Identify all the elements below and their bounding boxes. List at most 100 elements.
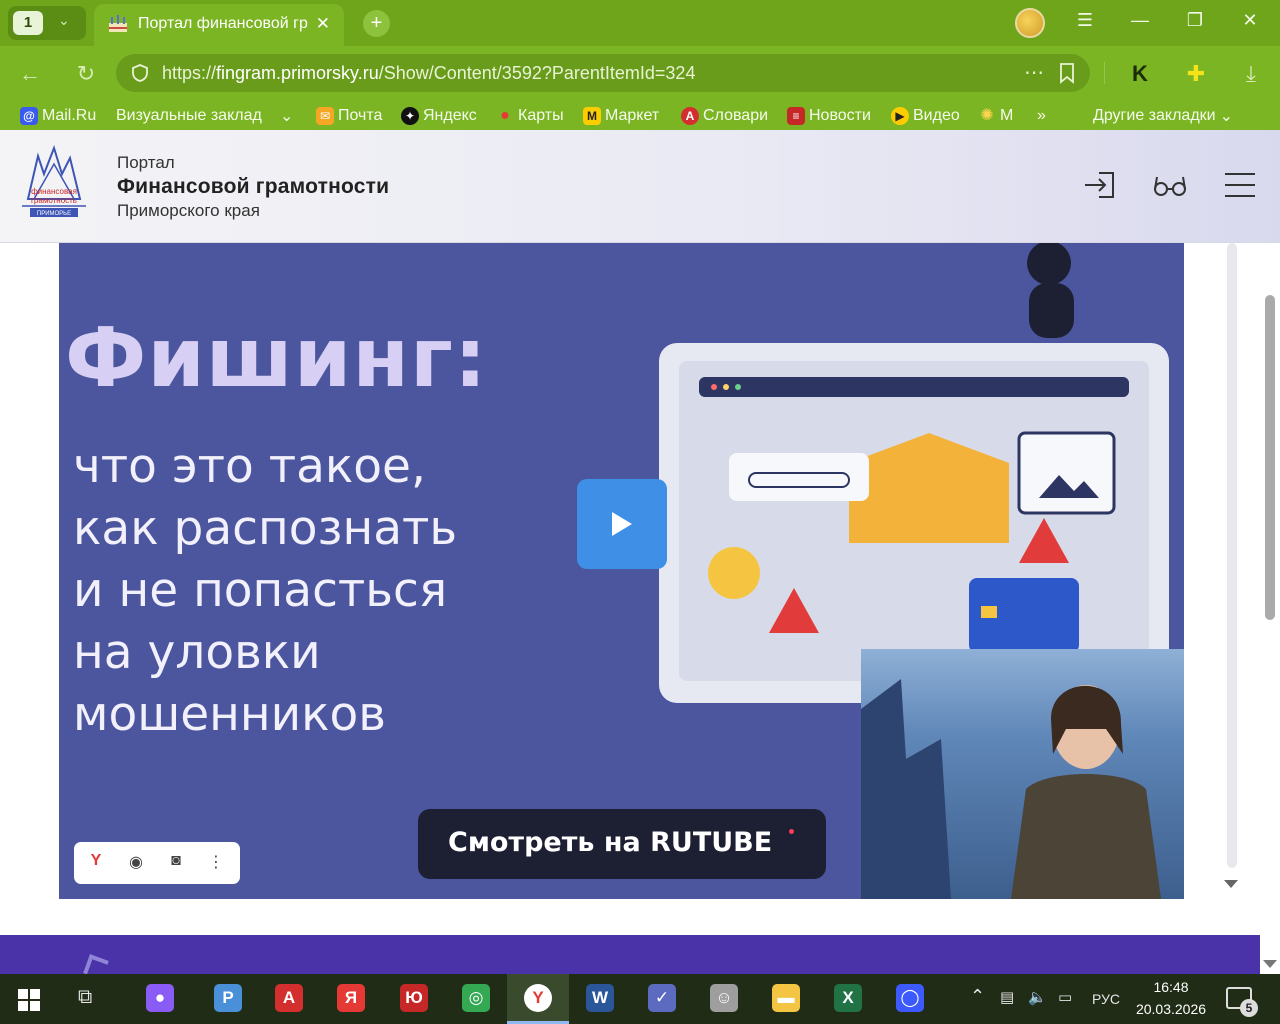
bookmark-label: Яндекс <box>423 107 477 124</box>
taskbar-app-button[interactable]: ▬ <box>755 974 817 1024</box>
extension-plus-icon[interactable]: ✚ <box>1182 61 1210 87</box>
tab-title: Портал финансовой гр <box>138 15 308 32</box>
minimize-button[interactable]: — <box>1125 10 1155 31</box>
tab-counter-button[interactable]: 1 ⌄ <box>8 6 86 40</box>
video-subline: что это такое, <box>73 439 426 494</box>
network-icon[interactable]: ▭ <box>1058 988 1072 1006</box>
video-headline: Фишинг: <box>65 311 488 406</box>
rutube-button-label: Смотреть на RUTUBE <box>448 827 773 858</box>
bookmark-market[interactable]: M Маркет <box>583 105 659 127</box>
taskbar-app-button[interactable]: ✓ <box>631 974 693 1024</box>
page-scrollbar-thumb[interactable] <box>1265 295 1275 620</box>
acrobat-icon: A <box>275 984 303 1012</box>
chevron-down-icon[interactable]: ⌄ <box>280 105 293 127</box>
bookmark-label: Другие закладки <box>1093 107 1216 124</box>
taskbar-app-button[interactable]: W <box>569 974 631 1024</box>
security-shield-icon[interactable] <box>130 63 150 83</box>
checklist-app-icon: ✓ <box>648 984 676 1012</box>
bookmark-label: Визуальные заклад <box>116 107 262 124</box>
bookmark-visual-folder[interactable]: Визуальные заклад <box>116 105 288 127</box>
accessibility-glasses-icon[interactable] <box>1153 170 1187 200</box>
kaspersky-extension-icon[interactable]: K <box>1126 61 1154 87</box>
active-tab[interactable]: Портал финансовой гр ✕ <box>94 4 344 46</box>
download-icon[interactable]: ⤓ <box>1237 61 1265 87</box>
yandex-video-toolbar: Y ◉ ◙ ⋮ <box>74 842 240 884</box>
chevron-down-icon: ⌄ <box>1219 108 1233 125</box>
browser-menu-icon[interactable]: ☰ <box>1070 10 1100 31</box>
login-icon[interactable] <box>1083 170 1117 200</box>
new-tab-button[interactable]: + <box>363 10 390 37</box>
more-vertical-icon[interactable]: ⋮ <box>204 852 228 874</box>
video-player[interactable]: Фишинг: что это такое, как распознать и … <box>59 243 1184 899</box>
clock-date[interactable]: 20.03.2026 <box>1131 1001 1211 1017</box>
restore-button[interactable]: ❐ <box>1180 10 1210 31</box>
taskbar-app-button[interactable]: Y <box>507 974 569 1024</box>
taskbar-app-button[interactable]: Ю <box>383 974 445 1024</box>
tray-app-icon[interactable]: ▤ <box>1000 988 1014 1006</box>
page-content: Фишинг: что это такое, как распознать и … <box>0 243 1280 980</box>
brand-region: Приморского края <box>117 201 260 220</box>
taskbar-app-button[interactable]: ◯ <box>879 974 941 1024</box>
play-button[interactable] <box>577 479 667 569</box>
back-arrow-icon[interactable]: ← <box>16 61 44 87</box>
bookmark-dictionaries[interactable]: A Словари <box>681 105 768 127</box>
bookmark-m[interactable]: ✺ М <box>978 105 1013 127</box>
bookmark-label: Почта <box>338 107 383 124</box>
screenshot-camera-icon[interactable]: ◙ <box>164 852 188 874</box>
site-logo[interactable]: финансовая грамотность ПРИМОРЬЕ <box>18 144 90 228</box>
taskbar-app-button[interactable]: A <box>258 974 320 1024</box>
svg-text:финансовая: финансовая <box>31 187 77 196</box>
other-bookmarks-folder[interactable]: Другие закладки ⌄ <box>1093 105 1233 127</box>
dictionary-icon: A <box>681 107 699 125</box>
yandex-logo-icon[interactable]: Y <box>84 852 108 874</box>
url-input[interactable]: https://fingram.primorsky.ru/Show/Conten… <box>116 54 1090 92</box>
bookmark-icon[interactable] <box>1058 62 1076 84</box>
bookmark-label: Видео <box>913 107 960 124</box>
tab-close-icon[interactable]: ✕ <box>316 14 330 34</box>
page-scroll-down-icon[interactable] <box>1263 960 1277 968</box>
bookmark-label: Словари <box>703 107 769 124</box>
clock-time[interactable]: 16:48 <box>1136 979 1206 995</box>
bookmark-label: М <box>1000 107 1014 124</box>
mail-envelope-icon: ✉ <box>316 107 334 125</box>
chevron-down-icon: ⌄ <box>58 12 70 28</box>
reload-icon[interactable]: ↻ <box>72 61 100 87</box>
brand-label: Портал <box>117 153 175 172</box>
bookmark-mailru[interactable]: @ Mail.Ru <box>20 105 96 127</box>
browser-tab-bar: 1 ⌄ Портал финансовой гр ✕ + ☰ — ❐ ✕ <box>0 0 1280 46</box>
taskbar-app-button[interactable]: ◎ <box>445 974 507 1024</box>
windows-start-icon[interactable] <box>18 989 40 1011</box>
bookmark-maps[interactable]: ● Карты <box>496 105 563 127</box>
task-view-icon[interactable]: ⧉ <box>78 986 92 1009</box>
video-subline: на уловки <box>73 625 321 680</box>
taskbar-app-button[interactable]: X <box>817 974 879 1024</box>
bookmarks-more-button[interactable]: » <box>1037 105 1046 127</box>
profile-avatar[interactable] <box>1015 8 1045 38</box>
volume-icon[interactable]: 🔈 <box>1028 988 1047 1006</box>
messenger-icon: ◯ <box>896 984 924 1012</box>
tray-expand-icon[interactable]: ⌃ <box>970 986 985 1007</box>
bookmark-yandex[interactable]: ✦ Яндекс <box>401 105 477 127</box>
taskbar-app-button[interactable]: Я <box>320 974 382 1024</box>
video-play-icon: ▶ <box>891 107 909 125</box>
footer-band <box>0 935 1260 980</box>
hamburger-menu-icon[interactable] <box>1223 170 1257 200</box>
video-scrollbar[interactable] <box>1227 243 1237 868</box>
sign-language-interpreter-video <box>861 649 1184 899</box>
word-icon: W <box>586 984 614 1012</box>
taskbar-app-button[interactable]: ☺ <box>693 974 755 1024</box>
notification-count-badge: 5 <box>1240 999 1258 1017</box>
close-window-button[interactable]: ✕ <box>1235 10 1265 31</box>
taskbar-app-button[interactable]: ● <box>129 974 191 1024</box>
yandex-star-icon: ✦ <box>401 107 419 125</box>
eye-icon[interactable]: ◉ <box>124 852 148 874</box>
bookmark-news[interactable]: ≡ Новости <box>787 105 871 127</box>
more-dots-icon[interactable]: ⋯ <box>1024 60 1044 85</box>
watch-on-rutube-button[interactable]: Смотреть на RUTUBE <box>418 809 826 879</box>
scroll-down-arrow-icon[interactable] <box>1224 880 1238 888</box>
taskbar-app-button[interactable]: P <box>197 974 259 1024</box>
excel-icon: X <box>834 984 862 1012</box>
language-indicator[interactable]: РУС <box>1092 991 1120 1007</box>
bookmark-pochta[interactable]: ✉ Почта <box>316 105 382 127</box>
bookmark-video[interactable]: ▶ Видео <box>891 105 960 127</box>
